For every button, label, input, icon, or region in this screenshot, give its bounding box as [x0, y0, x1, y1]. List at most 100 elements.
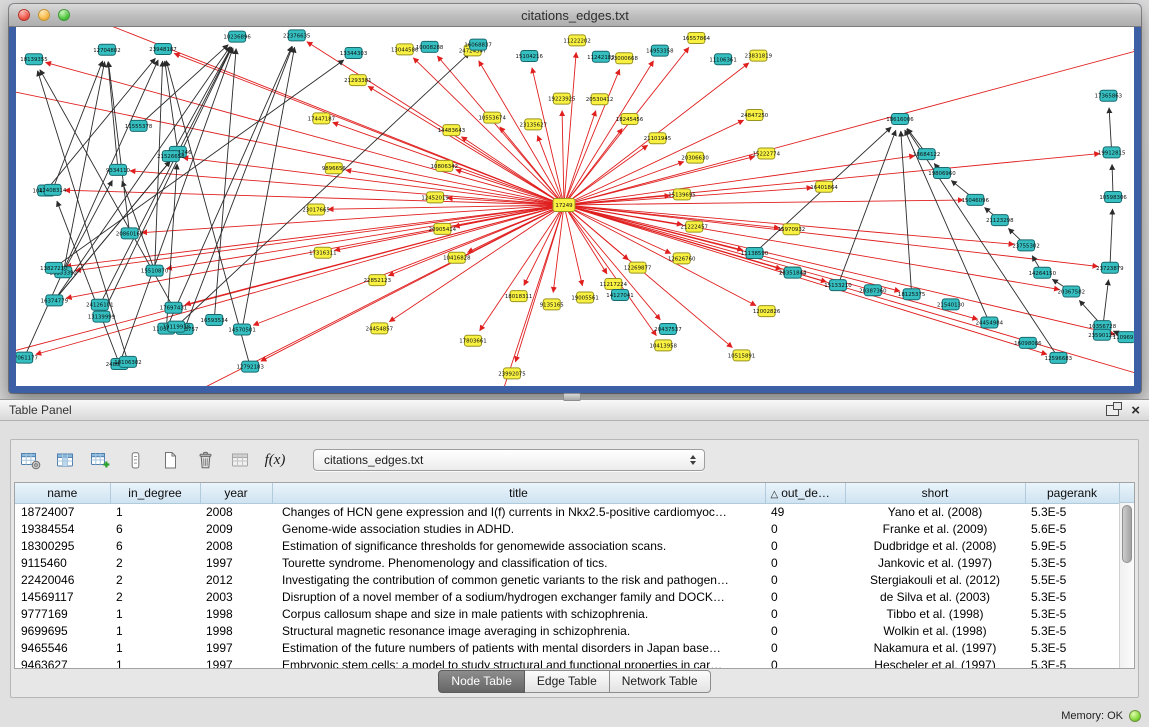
tab-node-table[interactable]: Node Table: [438, 670, 525, 693]
network-edge[interactable]: [524, 205, 564, 285]
network-node[interactable]: 22852123: [364, 275, 391, 286]
column-header-year[interactable]: year: [200, 483, 272, 503]
network-edge[interactable]: [1110, 209, 1113, 268]
float-panel-icon[interactable]: [1106, 405, 1119, 416]
table-row[interactable]: 1938455462009Genome-wide association stu…: [15, 520, 1119, 537]
network-node[interactable]: 24454857: [366, 323, 393, 334]
table-row[interactable]: 1456911722003Disruption of a novel membe…: [15, 588, 1119, 605]
network-edge[interactable]: [413, 58, 564, 205]
network-node[interactable]: 11217224: [600, 279, 628, 290]
network-node[interactable]: 9896656: [322, 163, 347, 174]
network-node[interactable]: 16557864: [683, 33, 711, 44]
network-node[interactable]: 18125375: [898, 289, 925, 300]
network-node[interactable]: 12596683: [1045, 352, 1072, 363]
network-edge[interactable]: [253, 205, 564, 325]
network-node[interactable]: 17365863: [1095, 90, 1122, 101]
network-edge[interactable]: [183, 158, 564, 205]
network-node[interactable]: 13044586: [391, 44, 419, 55]
network-node[interactable]: 21123298: [986, 215, 1014, 226]
network-node[interactable]: 16374779: [41, 295, 69, 306]
network-node[interactable]: 12704802: [93, 44, 120, 55]
memory-status-indicator[interactable]: [1129, 710, 1141, 722]
network-edge[interactable]: [838, 130, 896, 285]
minimize-window-button[interactable]: [38, 9, 50, 21]
network-node[interactable]: 23831819: [745, 50, 773, 61]
network-node[interactable]: 23948187: [149, 44, 176, 55]
network-node[interactable]: 17249: [553, 199, 575, 212]
network-node[interactable]: 18616006: [886, 114, 914, 125]
network-edge[interactable]: [176, 53, 469, 327]
network-edge[interactable]: [564, 61, 653, 205]
column-header-name[interactable]: name: [15, 483, 110, 503]
network-node[interactable]: 14483643: [438, 125, 465, 136]
network-node[interactable]: 23992075: [498, 368, 525, 379]
network-node[interactable]: 21222457: [681, 221, 708, 232]
network-node[interactable]: 12002826: [753, 306, 781, 317]
network-node[interactable]: 14127041: [606, 290, 633, 301]
column-visibility-button[interactable]: [54, 450, 76, 470]
network-edge[interactable]: [564, 111, 596, 205]
network-edge[interactable]: [130, 171, 564, 205]
network-node[interactable]: 11106361: [709, 54, 736, 65]
network-node[interactable]: 20306630: [681, 152, 709, 163]
network-node[interactable]: 15510870: [141, 265, 169, 276]
network-node[interactable]: 23590125: [1088, 329, 1115, 340]
network-node[interactable]: 10236896: [223, 31, 251, 42]
network-edge[interactable]: [564, 205, 978, 319]
table-row[interactable]: 969969511998Structural magnetic resonanc…: [15, 622, 1119, 639]
network-node[interactable]: 12626760: [668, 253, 696, 264]
network-edge[interactable]: [53, 61, 103, 190]
network-node[interactable]: 19005561: [571, 292, 598, 303]
network-node[interactable]: 13827210: [40, 262, 68, 273]
network-edge[interactable]: [16, 89, 564, 205]
network-node[interactable]: 11555378: [125, 120, 153, 131]
network-edge[interactable]: [16, 205, 564, 354]
table-selector-dropdown[interactable]: citations_edges.txt: [313, 449, 705, 471]
network-edge[interactable]: [63, 180, 112, 272]
network-edge[interactable]: [63, 62, 104, 273]
network-edge[interactable]: [532, 68, 564, 205]
table-row[interactable]: 911546021997Tourette syndrome. Phenomeno…: [15, 554, 1119, 571]
network-node[interactable]: 14953358: [646, 45, 674, 56]
network-node[interactable]: 19223925: [548, 93, 575, 104]
network-node[interactable]: 15046096: [962, 194, 990, 205]
network-node[interactable]: 14264150: [1029, 267, 1057, 278]
network-node[interactable]: 17697431: [160, 302, 187, 313]
network-node[interactable]: 18018311: [505, 291, 532, 302]
network-node[interactable]: 10413958: [650, 340, 678, 351]
tab-network-table[interactable]: Network Table: [610, 670, 711, 693]
network-edge[interactable]: [564, 205, 582, 286]
network-node[interactable]: 16098086: [1014, 337, 1042, 348]
network-node[interactable]: 23755302: [1012, 240, 1039, 251]
network-node[interactable]: 9334110: [106, 164, 131, 175]
network-node[interactable]: 16068837: [464, 39, 491, 50]
table-row[interactable]: 1872400712008Changes of HCN gene express…: [15, 503, 1119, 520]
network-node[interactable]: 9135165: [540, 299, 564, 310]
network-edge[interactable]: [214, 49, 236, 320]
network-node[interactable]: 11138590: [741, 248, 769, 259]
network-node[interactable]: 12792183: [236, 361, 263, 372]
network-edge[interactable]: [564, 50, 1134, 205]
create-column-button[interactable]: [89, 450, 111, 470]
network-edge[interactable]: [564, 162, 684, 205]
scrollbar-thumb[interactable]: [1122, 505, 1132, 563]
network-node[interactable]: 11242183: [587, 51, 614, 62]
close-panel-icon[interactable]: ×: [1131, 403, 1140, 418]
network-edge[interactable]: [564, 154, 1100, 205]
network-node[interactable]: 15222774: [753, 148, 781, 159]
network-node[interactable]: 15139695: [668, 189, 695, 200]
network-node[interactable]: 24847250: [741, 110, 769, 121]
network-edge[interactable]: [564, 205, 1134, 376]
network-edge[interactable]: [562, 111, 564, 205]
network-edge[interactable]: [564, 52, 576, 205]
network-node[interactable]: 19912815: [1098, 147, 1125, 158]
vertical-scrollbar[interactable]: [1119, 503, 1134, 668]
new-table-button[interactable]: [159, 450, 181, 470]
network-node[interactable]: 10515891: [728, 350, 755, 361]
network-edge[interactable]: [564, 205, 671, 253]
table-row[interactable]: 946362711997Embryonic stem cells: a mode…: [15, 656, 1119, 669]
network-node[interactable]: 15104216: [516, 51, 544, 62]
network-node[interactable]: 10553674: [478, 112, 506, 123]
column-header-title[interactable]: title: [272, 483, 765, 503]
network-node[interactable]: 17061177: [16, 352, 38, 363]
